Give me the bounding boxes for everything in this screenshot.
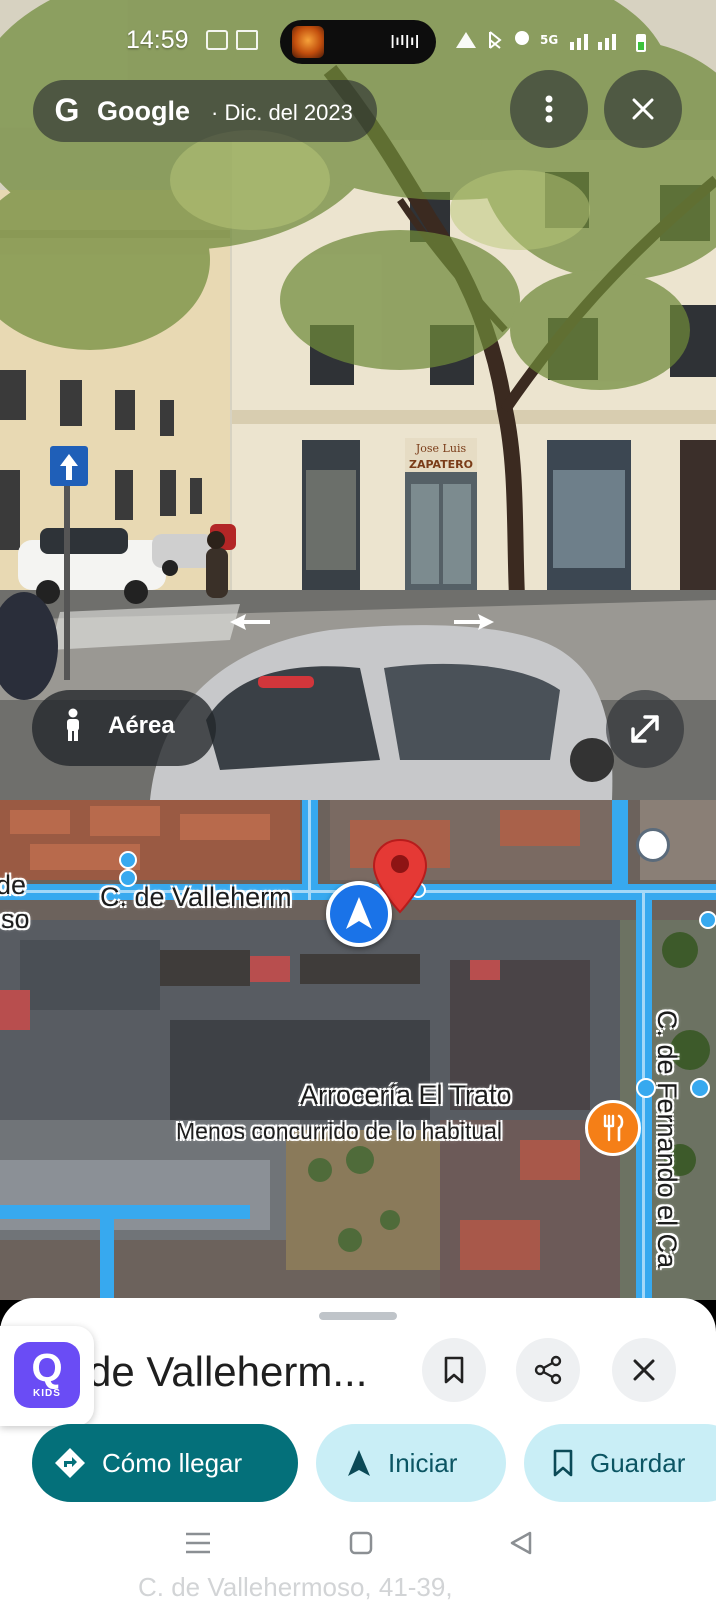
address-hint: C. de Vallehermoso, 41-39,	[138, 1572, 453, 1600]
more-vert-icon	[545, 95, 553, 123]
back-icon[interactable]	[508, 1530, 534, 1556]
poi-name[interactable]: Arrocería El Trato	[300, 1080, 512, 1111]
capture-date: · Dic. del 2023	[211, 100, 353, 125]
expand-icon	[631, 715, 659, 743]
gmail-icon	[236, 30, 258, 50]
start-navigation-button[interactable]: Iniciar	[316, 1424, 506, 1502]
street-label-left-2: oso	[0, 904, 30, 934]
bus-stop-icon[interactable]	[636, 828, 670, 862]
bookmark-icon	[444, 1356, 464, 1384]
sheet-drag-handle[interactable]	[319, 1312, 397, 1320]
close-sheet-button[interactable]	[612, 1338, 676, 1402]
save-label: Guardar	[590, 1447, 686, 1478]
arrow-right-icon[interactable]	[452, 612, 496, 632]
media-thumbnail	[292, 26, 324, 58]
satellite-map[interactable]: de oso C. de Valleherm C. de Fernando el…	[0, 800, 716, 1300]
share-icon	[534, 1355, 562, 1385]
close-street-view-button[interactable]	[604, 70, 682, 148]
location-icon	[515, 31, 529, 45]
start-label: Iniciar	[388, 1447, 458, 1478]
google-g-logo: G	[54, 92, 80, 128]
arrow-left-icon[interactable]	[228, 612, 272, 632]
aerial-label: Aérea	[108, 712, 175, 739]
my-location-puck	[326, 881, 392, 947]
road-vertical-right-top	[612, 800, 628, 892]
street-label-vallehermoso: C. de Valleherm	[100, 882, 292, 912]
shop-sign-line2: ZAPATERO	[409, 458, 473, 471]
directions-icon	[54, 1447, 86, 1479]
save-button[interactable]: Guardar	[524, 1424, 716, 1502]
5g-icon: 5G	[540, 33, 558, 47]
save-bookmark-button[interactable]	[422, 1338, 486, 1402]
road-lower	[0, 1205, 250, 1219]
bookmark-outline-icon	[552, 1449, 574, 1477]
restaurant-pin[interactable]	[585, 1100, 641, 1156]
poi-busyness: Menos concurrido de lo habitual	[176, 1118, 503, 1144]
expand-button[interactable]	[606, 690, 684, 768]
directions-label: Cómo llegar	[102, 1447, 243, 1478]
satellite-imagery	[0, 800, 716, 1300]
street-label-left-1: de	[0, 870, 27, 900]
street-view-header: G Google · Dic. del 2023	[33, 80, 377, 142]
close-icon	[633, 1359, 655, 1381]
place-title: de Valleherm...	[88, 1348, 368, 1395]
road-lower-vertical	[100, 1205, 114, 1300]
audio-wave-icon: |ıl|ı|	[390, 32, 420, 48]
navigation-arrow-icon	[346, 897, 372, 929]
navigation-icon	[346, 1448, 372, 1478]
home-icon[interactable]	[348, 1530, 374, 1556]
dynamic-island[interactable]: |ıl|ı|	[280, 20, 436, 64]
kids-label: KIDS	[33, 1388, 61, 1399]
person-icon	[67, 708, 79, 741]
directions-button[interactable]: Cómo llegar	[32, 1424, 298, 1502]
recent-apps-icon[interactable]	[183, 1530, 213, 1556]
street-label-fernando: C. de Fernando el Ca	[652, 1010, 682, 1269]
street-view-panorama[interactable]: Jose Luis ZAPATERO 14:59 |ıl|ı| 5G G Goo…	[0, 0, 716, 800]
more-options-button[interactable]	[510, 70, 588, 148]
status-time: 14:59	[126, 26, 189, 54]
bluetooth-icon	[489, 31, 502, 49]
aerial-view-button[interactable]: Aérea	[32, 690, 216, 766]
calendar-icon	[206, 30, 228, 50]
mute-icon	[456, 32, 476, 48]
kids-app-icon: Q KIDS	[14, 1342, 80, 1408]
street-view-brand: Google	[97, 96, 190, 126]
restaurant-icon	[603, 1114, 624, 1142]
shop-sign-line1: Jose Luis	[415, 442, 467, 455]
close-icon	[632, 98, 654, 120]
status-bar: 14:59 |ıl|ı| 5G	[0, 20, 716, 64]
status-icons: 5G	[456, 31, 646, 52]
share-button[interactable]	[516, 1338, 580, 1402]
kids-app-badge[interactable]: Q KIDS	[0, 1326, 94, 1426]
